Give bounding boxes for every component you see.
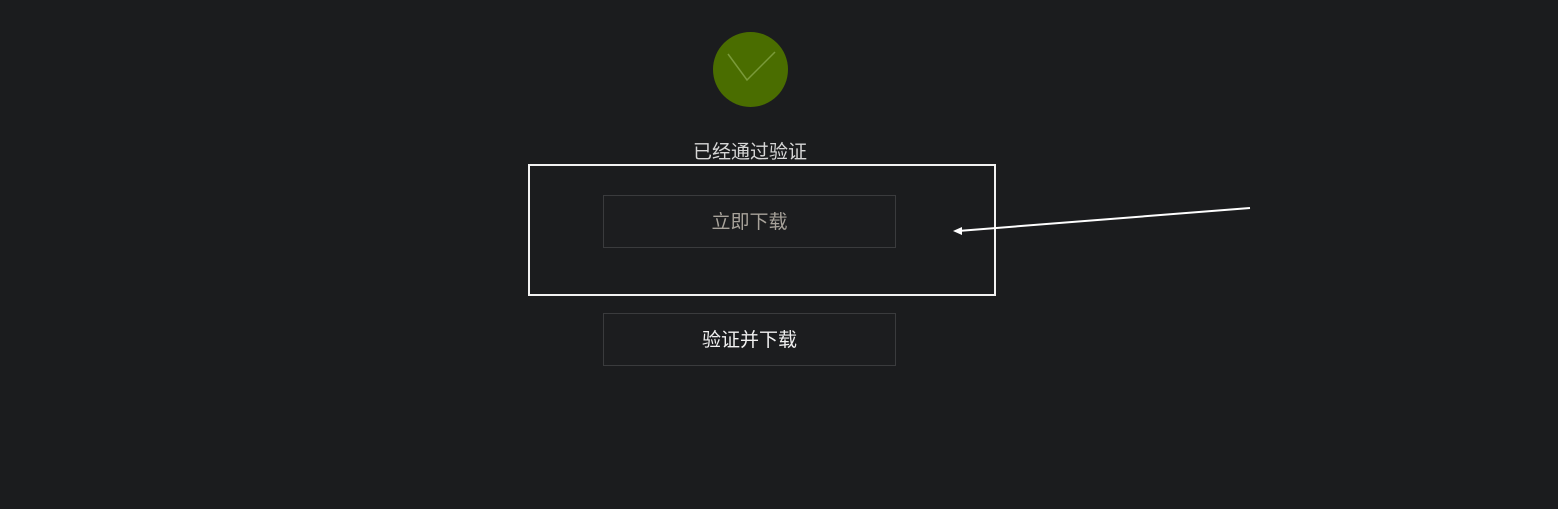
- annotation-arrow: [953, 207, 1251, 235]
- verification-page: 已经通过验证 立即下载 验证并下载: [0, 0, 1558, 509]
